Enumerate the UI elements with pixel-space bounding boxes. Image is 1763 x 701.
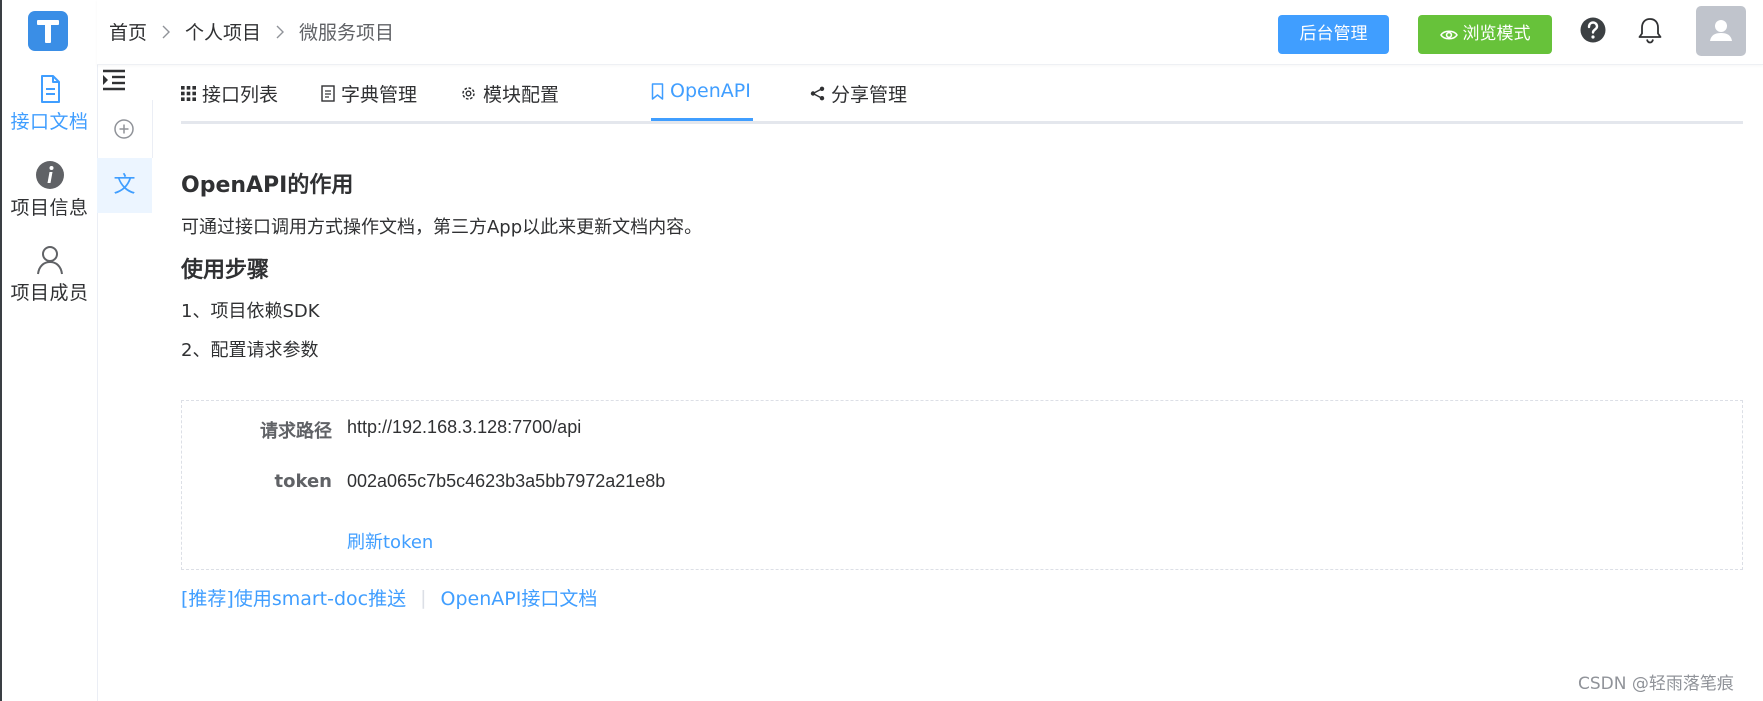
help-icon[interactable] <box>1578 15 1608 45</box>
breadcrumb-personal-projects[interactable]: 个人项目 <box>185 18 261 45</box>
tab-share-management[interactable]: 分享管理 <box>810 80 907 107</box>
section-title-purpose: OpenAPI的作用 <box>181 173 354 198</box>
browse-mode-button[interactable]: 浏览模式 <box>1418 15 1552 54</box>
nav-item-label: 项目信息 <box>10 197 89 219</box>
doc-item[interactable]: 文 <box>97 158 152 213</box>
step-1-text: 1、项目依赖SDK <box>181 301 320 322</box>
tab-dictionary[interactable]: 字典管理 <box>321 80 417 107</box>
tab-label: 字典管理 <box>341 84 418 106</box>
browse-mode-label: 浏览模式 <box>1462 24 1531 44</box>
footer-links: [推荐]使用smart-doc推送 | OpenAPI接口文档 <box>181 584 597 611</box>
nav-item-label: 项目成员 <box>10 282 89 304</box>
token-value[interactable]: 002a065c7b5c4623b3a5bb7972a21e8b <box>347 471 665 492</box>
document-icon <box>40 75 60 103</box>
grid-icon <box>181 86 196 101</box>
active-tab-indicator <box>651 118 753 121</box>
request-path-value[interactable]: http://192.168.3.128:7700/api <box>347 417 581 438</box>
bell-icon[interactable] <box>1635 15 1665 45</box>
token-label: token <box>274 471 332 492</box>
tab-label: OpenAPI <box>670 80 751 102</box>
tab-label: 分享管理 <box>831 84 908 106</box>
plus-circle-icon <box>114 119 134 139</box>
bookmark-icon <box>651 82 664 100</box>
request-path-label: 请求路径 <box>260 421 332 442</box>
top-header: 首页 个人项目 微服务项目 后台管理 浏览模式 <box>97 0 1763 65</box>
tab-api-list[interactable]: 接口列表 <box>181 80 278 107</box>
smart-doc-push-link[interactable]: [推荐]使用smart-doc推送 <box>181 584 406 611</box>
tab-module-config[interactable]: 模块配置 <box>460 80 559 107</box>
section-title-steps: 使用步骤 <box>181 258 270 283</box>
nav-item-label: 接口文档 <box>10 111 89 133</box>
user-icon <box>36 246 63 275</box>
avatar[interactable] <box>1696 6 1746 56</box>
admin-button[interactable]: 后台管理 <box>1278 15 1389 54</box>
tab-label: 模块配置 <box>483 84 560 106</box>
refresh-token-link[interactable]: 刷新token <box>347 528 433 554</box>
secondary-sidebar: 文 <box>97 66 153 701</box>
tab-openapi[interactable]: OpenAPI <box>651 80 751 102</box>
nav-item-project-members[interactable]: 项目成员 <box>2 243 97 305</box>
watermark: CSDN @轻雨落笔痕 <box>1578 674 1734 694</box>
step-2-text: 2、配置请求参数 <box>181 340 319 361</box>
share-icon <box>810 86 825 101</box>
gear-icon <box>462 87 475 100</box>
file-icon <box>321 85 335 102</box>
primary-sidebar: 接口文档 项目信息 项目成员 <box>2 0 98 701</box>
openapi-doc-link[interactable]: OpenAPI接口文档 <box>441 584 598 611</box>
tab-bar: 接口列表 字典管理 模块配置 OpenAPI 分享管理 <box>181 66 1743 124</box>
add-button[interactable] <box>97 100 153 158</box>
breadcrumb-home[interactable]: 首页 <box>109 18 147 45</box>
request-params-panel: 请求路径 http://192.168.3.128:7700/api token… <box>181 400 1743 570</box>
info-icon <box>35 161 64 189</box>
indent-menu-icon[interactable] <box>100 66 128 94</box>
breadcrumb: 首页 个人项目 微服务项目 <box>109 18 394 45</box>
nav-item-api-docs[interactable]: 接口文档 <box>2 72 97 134</box>
chevron-right-icon <box>162 25 171 38</box>
logo-glyph-stem <box>45 20 51 43</box>
eye-icon <box>1439 30 1458 40</box>
breadcrumb-current-project: 微服务项目 <box>299 22 395 44</box>
description-text: 可通过接口调用方式操作文档，第三方App以此来更新文档内容。 <box>181 217 703 238</box>
tab-label: 接口列表 <box>202 84 279 106</box>
chevron-right-icon <box>276 25 285 38</box>
app-logo[interactable] <box>28 11 68 51</box>
link-separator: | <box>420 586 427 609</box>
nav-item-project-info[interactable]: 项目信息 <box>2 158 97 220</box>
user-avatar-icon <box>1710 20 1732 41</box>
